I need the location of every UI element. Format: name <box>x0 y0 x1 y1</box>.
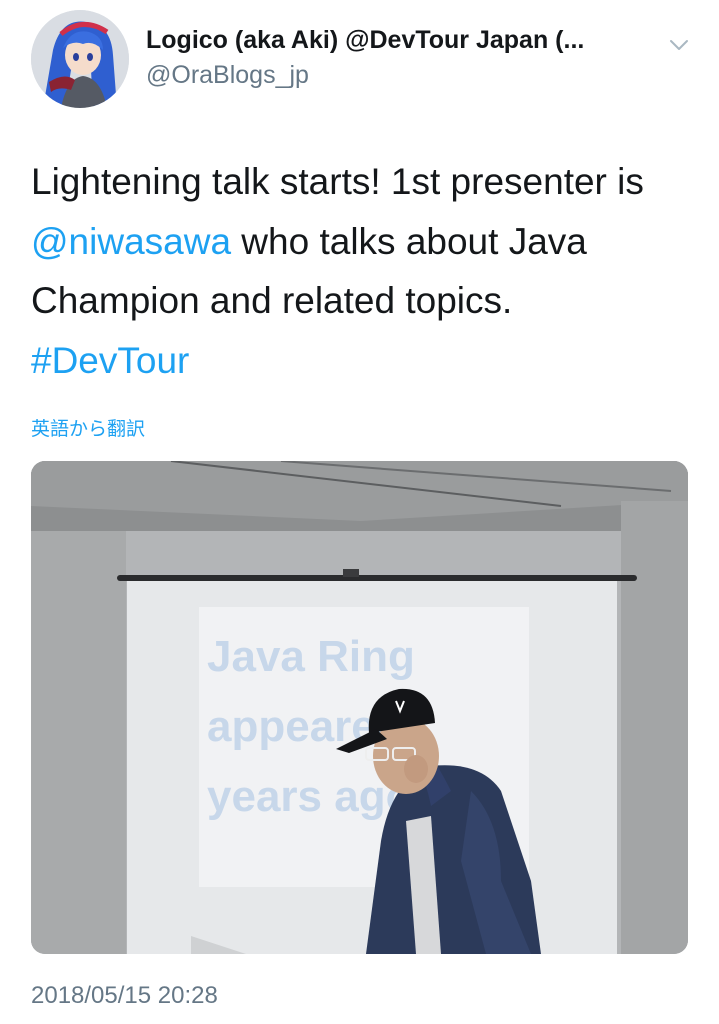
tweet-text-segment: who talks about Java <box>231 220 587 262</box>
user-handle[interactable]: @OraBlogs_jp <box>146 61 309 90</box>
chevron-down-icon <box>670 40 688 50</box>
tweet-photo[interactable]: Java Ring appeared years ago. <box>31 461 688 954</box>
tweet-text-line: Lightening talk starts! 1st presenter is <box>31 161 644 202</box>
hashtag-link[interactable]: #DevTour <box>31 340 189 381</box>
slide-text-line: Java Ring <box>207 632 415 681</box>
tweet-text: Lightening talk starts! 1st presenter is… <box>31 152 691 390</box>
translate-link[interactable]: 英語から翻訳 <box>31 414 145 441</box>
photo-image: Java Ring appeared years ago. <box>31 461 688 954</box>
tweet-text-line: @niwasawa who talks about Java <box>31 212 691 272</box>
avatar-image <box>31 10 129 108</box>
tweet-text-line: #DevTour <box>31 331 691 391</box>
tweet-timestamp: 2018/05/15 20:28 <box>31 982 218 1009</box>
mention-link[interactable]: @niwasawa <box>31 221 231 262</box>
tweet-text-line: Champion and related topics. <box>31 280 513 321</box>
more-options-button[interactable] <box>668 36 690 54</box>
display-name[interactable]: Logico (aka Aki) @DevTour Japan (... <box>146 26 584 55</box>
avatar[interactable] <box>31 10 129 108</box>
